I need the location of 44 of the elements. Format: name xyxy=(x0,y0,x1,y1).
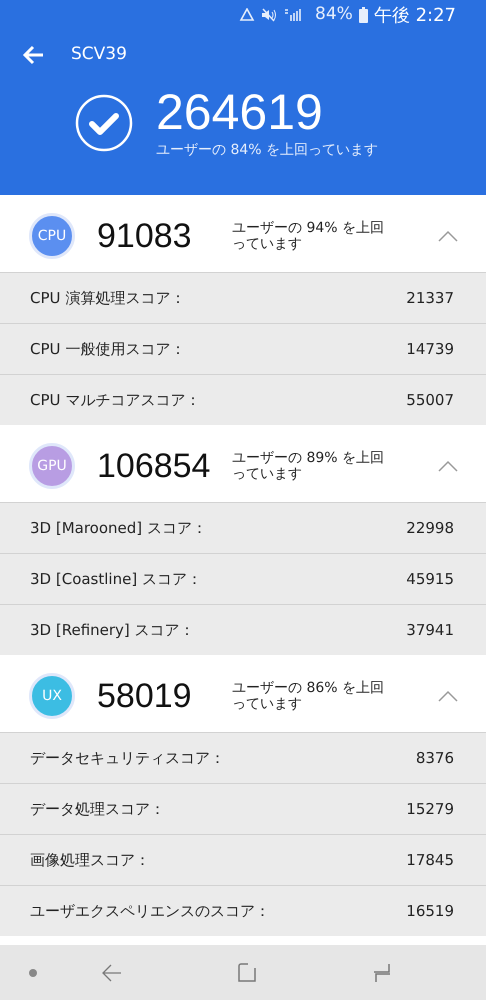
score-value: 16519 xyxy=(406,900,454,922)
chevron-up-icon[interactable] xyxy=(438,460,458,472)
score-label: 3D [Refinery] スコア： xyxy=(30,620,195,641)
category-icon: UX xyxy=(29,673,75,719)
score-value: 21337 xyxy=(406,288,454,309)
score-label: データセキュリティスコア： xyxy=(30,748,225,769)
score-label: データ処理スコア： xyxy=(30,798,165,820)
score-value: 8376 xyxy=(416,748,454,769)
category-score: 106854 xyxy=(97,446,212,486)
score-label: CPU 演算処理スコア： xyxy=(30,288,186,309)
score-value: 15279 xyxy=(406,798,454,820)
back-button[interactable] xyxy=(22,43,46,67)
score-value: 22998 xyxy=(406,518,454,539)
score-value: 17845 xyxy=(406,850,454,871)
score-label: 3D [Coastline] スコア： xyxy=(30,568,202,590)
score-label: 3D [Marooned] スコア： xyxy=(30,518,207,539)
score-label: 画像処理スコア： xyxy=(30,850,150,871)
recent-apps-icon[interactable] xyxy=(373,962,391,982)
clock: 午後 2:27 xyxy=(374,4,456,28)
device-title: SCV39 xyxy=(71,43,127,66)
score-label: CPU 一般使用スコア： xyxy=(30,338,186,360)
category-icon: CPU xyxy=(29,213,75,259)
dot-icon[interactable] xyxy=(29,968,37,976)
score-value: 45915 xyxy=(406,568,454,590)
score-value: 55007 xyxy=(406,390,454,411)
category-score: 91083 xyxy=(97,216,193,256)
percentile-text: ユーザーの 89% を上回っています xyxy=(232,450,386,482)
total-score: 264619 xyxy=(156,84,324,140)
score-label: CPU マルチコアスコア： xyxy=(30,390,200,411)
checkmark-circle-icon xyxy=(75,94,133,152)
back-arrow-icon[interactable] xyxy=(102,964,122,982)
category-score: 58019 xyxy=(97,676,193,716)
score-value: 37941 xyxy=(406,620,454,641)
chevron-up-icon[interactable] xyxy=(438,690,458,702)
mute-icon xyxy=(261,8,278,22)
score-label: ユーザエクスペリエンスのスコア： xyxy=(30,900,270,922)
percentile-text: ユーザーの 84% を上回っています xyxy=(156,141,378,160)
battery-icon xyxy=(358,7,368,23)
battery-percentage: 84% xyxy=(315,3,353,26)
chevron-up-icon[interactable] xyxy=(438,230,458,242)
percentile-text: ユーザーの 94% を上回っています xyxy=(232,220,386,252)
category-icon: GPU xyxy=(29,443,75,489)
percentile-text: ユーザーの 86% を上回っています xyxy=(232,680,386,712)
score-value: 14739 xyxy=(406,338,454,360)
